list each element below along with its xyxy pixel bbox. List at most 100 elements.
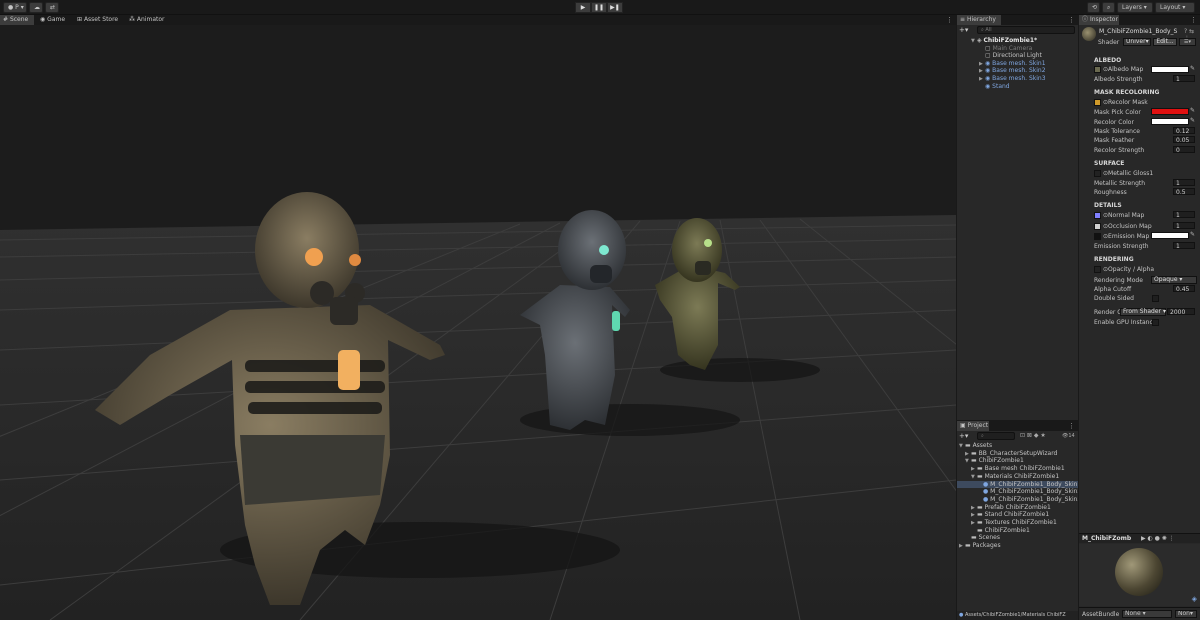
emission-strength-field[interactable]: 1 xyxy=(1173,242,1195,250)
normal-map-field[interactable]: 1 xyxy=(1173,211,1195,219)
render-queue-dropdown[interactable]: From Shader ▾ xyxy=(1120,308,1166,316)
preview-controls[interactable]: ▶ ◐ ● ✺ ⋮ xyxy=(1141,535,1175,542)
hierarchy-item-label: Base mesh. Skin1 xyxy=(992,59,1046,67)
hierarchy-item[interactable]: ▢ Main Camera xyxy=(979,45,1032,52)
shader-dropdown[interactable]: Univer▾ xyxy=(1123,38,1151,46)
albedo-texture-slot[interactable] xyxy=(1094,66,1101,73)
hierarchy-menu-icon[interactable]: ⋮ xyxy=(1068,15,1075,25)
project-item[interactable]: ▼ ▬ ChibiFZombie1 xyxy=(965,457,1024,464)
shader-options-button[interactable]: ☰▾ xyxy=(1179,38,1196,46)
eyedropper-icon[interactable]: ✎ xyxy=(1190,107,1195,114)
metallic-gloss-label: ⊙Metallic Gloss1 xyxy=(1103,170,1154,177)
mask-tolerance-field[interactable]: 0.12 xyxy=(1173,127,1195,135)
inspector-menu-icon[interactable]: ⋮ xyxy=(1190,15,1197,25)
project-item[interactable]: ● M_ChibiFZombie1_Body_Skin2 xyxy=(977,488,1078,495)
assetbundle-variant-dropdown[interactable]: Non▾ xyxy=(1175,610,1197,618)
project-count-badge: 👁14 xyxy=(1062,433,1075,439)
shader-edit-button[interactable]: Edit... xyxy=(1153,38,1177,46)
recolor-mask-slot[interactable] xyxy=(1094,99,1101,106)
hierarchy-item[interactable]: ▼ ◈ ChibiFZombie1* xyxy=(971,37,1037,44)
project-item[interactable]: ▶ ▬ Prefab ChibiFZombie1 xyxy=(971,504,1051,511)
mask-pick-color-label: Mask Pick Color xyxy=(1094,109,1141,116)
project-item[interactable]: ▶ ▬ BB_CharacterSetupWizard xyxy=(965,450,1057,457)
scene-menu-icon[interactable]: ⋮ xyxy=(946,15,953,25)
tab-project[interactable]: ▣ Project xyxy=(957,421,989,431)
tab-asset-store[interactable]: ⊞ Asset Store xyxy=(74,15,124,25)
project-path-bar: ● Assets/ChibiFZombie1/Materials ChibiFZ xyxy=(957,611,1078,620)
tab-inspector[interactable]: ⓘ Inspector xyxy=(1079,15,1119,25)
eyedropper-icon[interactable]: ✎ xyxy=(1190,231,1195,238)
tab-hierarchy[interactable]: ≡ Hierarchy xyxy=(957,15,1001,25)
project-item[interactable]: ▬ ChibiFZombie1 xyxy=(971,527,1030,534)
gpu-instancing-checkbox[interactable] xyxy=(1152,319,1159,326)
cloud-icon[interactable]: ☁ xyxy=(29,2,43,13)
hierarchy-add-button[interactable]: +▾ xyxy=(959,26,973,34)
step-button[interactable]: ▶❚ xyxy=(607,2,623,13)
tab-game[interactable]: ◉ Game xyxy=(37,15,71,25)
double-sided-checkbox[interactable] xyxy=(1152,295,1159,302)
roughness-field[interactable]: 0.5 xyxy=(1173,188,1195,196)
eyedropper-icon[interactable]: ✎ xyxy=(1190,117,1195,124)
mask-feather-field[interactable]: 0.05 xyxy=(1173,136,1195,144)
project-item[interactable]: ▼ ▬ Assets xyxy=(959,442,992,449)
mask-pick-color-swatch[interactable] xyxy=(1151,108,1189,115)
tab-animator[interactable]: ⁂ Animator xyxy=(126,15,166,25)
material-name: M_ChibiFZombie1_Body_S xyxy=(1099,28,1178,35)
alpha-cutoff-field[interactable]: 0.45 xyxy=(1173,285,1195,293)
preview-title: M_ChibiFZomb xyxy=(1082,535,1132,542)
play-button[interactable]: ▶ xyxy=(575,2,591,13)
metallic-strength-field[interactable]: 1 xyxy=(1173,179,1195,187)
albedo-strength-field[interactable]: 1 xyxy=(1173,75,1195,83)
pause-button[interactable]: ❚❚ xyxy=(591,2,607,13)
rendering-mode-dropdown[interactable]: Opaque ▾ xyxy=(1151,276,1197,284)
assetbundle-dropdown[interactable]: None ▾ xyxy=(1122,610,1172,618)
recolor-color-label: Recolor Color xyxy=(1094,119,1134,126)
occlusion-map-slot[interactable] xyxy=(1094,223,1101,230)
project-item[interactable]: ● M_ChibiFZombie1_Body_Skin1 xyxy=(957,480,1078,488)
project-item[interactable]: ▶ ▬ Base mesh ChibiFZombie1 xyxy=(971,465,1065,472)
zombie-shadow xyxy=(660,358,820,382)
hierarchy-search-input[interactable]: ⌕ All xyxy=(977,26,1075,34)
project-item[interactable]: ● M_ChibiFZombie1_Body_Skin3 xyxy=(977,496,1078,503)
recolor-strength-field[interactable]: 0 xyxy=(1173,146,1195,154)
material-preview-area[interactable]: ◈ xyxy=(1079,544,1200,606)
hierarchy-item[interactable]: ▶ ◉ Base mesh. Skin3 xyxy=(979,75,1046,82)
project-item[interactable]: ▼ ▬ Materials ChibiFZombie1 xyxy=(971,473,1059,480)
project-item[interactable]: ▶ ▬ Packages xyxy=(959,542,1001,549)
tab-scene[interactable]: # Scene xyxy=(0,15,34,25)
hierarchy-item[interactable]: ▶ ◉ Base mesh. Skin1 xyxy=(979,60,1046,67)
project-filter-icons[interactable]: ⊡ ⊠ ◆ ★ xyxy=(1020,432,1060,440)
project-item[interactable]: ▶ ▬ Stand ChibiFZombie1 xyxy=(971,511,1049,518)
search-icon[interactable]: ⌕ xyxy=(1102,2,1115,13)
occlusion-map-field[interactable]: 1 xyxy=(1173,222,1195,230)
project-menu-icon[interactable]: ⋮ xyxy=(1068,421,1075,431)
eyedropper-icon[interactable]: ✎ xyxy=(1190,65,1195,72)
normal-map-slot[interactable] xyxy=(1094,212,1101,219)
account-dropdown[interactable]: ● P ▾ xyxy=(3,2,27,13)
recolor-color-swatch[interactable] xyxy=(1151,118,1189,125)
scene-viewport[interactable] xyxy=(0,25,956,620)
opacity-texture-slot[interactable] xyxy=(1094,266,1101,273)
project-item[interactable]: ▬ Scenes xyxy=(965,534,1000,541)
layers-dropdown[interactable]: Layers ▾ xyxy=(1117,2,1153,13)
project-add-button[interactable]: +▾ xyxy=(959,432,973,440)
hierarchy-item[interactable]: ▶ ◉ Base mesh. Skin2 xyxy=(979,67,1046,74)
project-item-label: Materials ChibiFZombie1 xyxy=(984,472,1060,480)
hierarchy-item[interactable]: ▢ Directional Light xyxy=(979,52,1042,59)
hierarchy-tabbar: ≡ Hierarchy ⋮ xyxy=(957,15,1078,25)
emission-color-swatch[interactable] xyxy=(1151,232,1189,239)
history-icon[interactable]: ⟲ xyxy=(1087,2,1100,13)
folder-icon: ▬ xyxy=(971,534,979,542)
hierarchy-item[interactable]: ◉ Stand xyxy=(979,83,1010,90)
layout-dropdown[interactable]: Layout ▾ xyxy=(1155,2,1195,13)
render-queue-field[interactable]: 2000 xyxy=(1167,308,1195,316)
emission-map-slot[interactable] xyxy=(1094,233,1101,240)
metallic-gloss-slot[interactable] xyxy=(1094,170,1101,177)
store-tab-icon: ⊞ xyxy=(77,16,83,23)
asset-label-icon[interactable]: ◈ xyxy=(1192,595,1197,603)
project-search-input[interactable]: ⌕ xyxy=(977,432,1015,440)
albedo-color-swatch[interactable] xyxy=(1151,66,1189,73)
folder-icon: ▬ xyxy=(977,511,985,519)
collab-icon[interactable]: ⇄ xyxy=(45,2,59,13)
project-item[interactable]: ▶ ▬ Textures ChibiFZombie1 xyxy=(971,519,1057,526)
